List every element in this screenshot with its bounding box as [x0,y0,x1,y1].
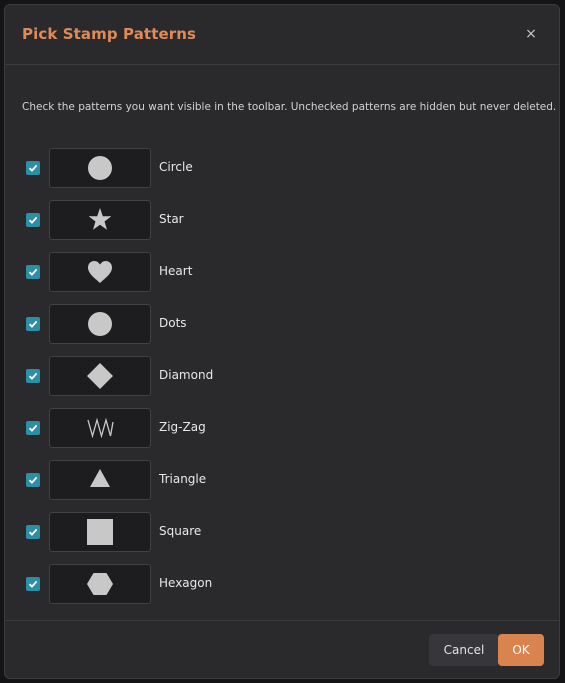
heart-icon [88,261,112,283]
pattern-preview-circle[interactable] [49,148,151,188]
pattern-checkbox-diamond[interactable] [26,369,40,383]
pattern-checkbox-triangle[interactable] [26,473,40,487]
checkmark-icon [28,528,38,536]
pick-stamp-patterns-dialog: Pick Stamp Patterns × Check the patterns… [4,4,560,679]
pattern-row-square: Square [5,512,559,552]
pattern-label: Zig-Zag [159,420,206,434]
pattern-checkbox-circle[interactable] [26,161,40,175]
checkmark-icon [28,216,38,224]
checkmark-icon [28,268,38,276]
checkmark-icon [28,320,38,328]
pattern-row-diamond: Diamond [5,356,559,396]
checkmark-icon [28,372,38,380]
dots-icon [88,312,112,336]
pattern-preview-hexagon[interactable] [49,564,151,604]
pattern-row-zigzag: Zig-Zag [5,408,559,448]
pattern-row-circle: Circle [5,148,559,188]
pattern-preview-star[interactable] [49,200,151,240]
pattern-label: Heart [159,264,193,278]
close-icon[interactable]: × [523,23,539,45]
pattern-checkbox-dots[interactable] [26,317,40,331]
triangle-icon [90,469,110,487]
pattern-preview-dots[interactable] [49,304,151,344]
dialog-title: Pick Stamp Patterns [22,25,197,43]
pattern-checkbox-star[interactable] [26,213,40,227]
dialog-description: Check the patterns you want visible in t… [22,101,557,113]
pattern-label: Dots [159,316,187,330]
pattern-checkbox-square[interactable] [26,525,40,539]
pattern-preview-diamond[interactable] [49,356,151,396]
dialog-header: Pick Stamp Patterns × [5,5,559,65]
pattern-label: Hexagon [159,576,213,590]
pattern-label: Circle [159,160,193,174]
pattern-label: Diamond [159,368,214,382]
checkmark-icon [28,580,38,588]
circle-icon [88,156,112,180]
pattern-row-star: Star [5,200,559,240]
zigzag-icon [87,417,114,439]
pattern-row-heart: Heart [5,252,559,292]
star-icon [88,208,112,230]
checkmark-icon [28,164,38,172]
pattern-preview-triangle[interactable] [49,460,151,500]
pattern-preview-heart[interactable] [49,252,151,292]
pattern-checkbox-hexagon[interactable] [26,577,40,591]
pattern-label: Square [159,524,202,538]
diamond-icon [87,363,113,389]
pattern-checkbox-heart[interactable] [26,265,40,279]
cancel-button[interactable]: Cancel [429,634,499,666]
ok-button[interactable]: OK [498,634,544,666]
pattern-preview-square[interactable] [49,512,151,552]
dialog-footer: Cancel OK [5,620,559,678]
pattern-label: Triangle [159,472,207,486]
pattern-row-dots: Dots [5,304,559,344]
pattern-preview-zigzag[interactable] [49,408,151,448]
checkmark-icon [28,476,38,484]
square-icon [87,519,113,545]
pattern-row-hexagon: Hexagon [5,564,559,604]
hexagon-icon [87,573,113,595]
pattern-row-triangle: Triangle [5,460,559,500]
pattern-label: Star [159,212,184,226]
pattern-checkbox-zigzag[interactable] [26,421,40,435]
checkmark-icon [28,424,38,432]
